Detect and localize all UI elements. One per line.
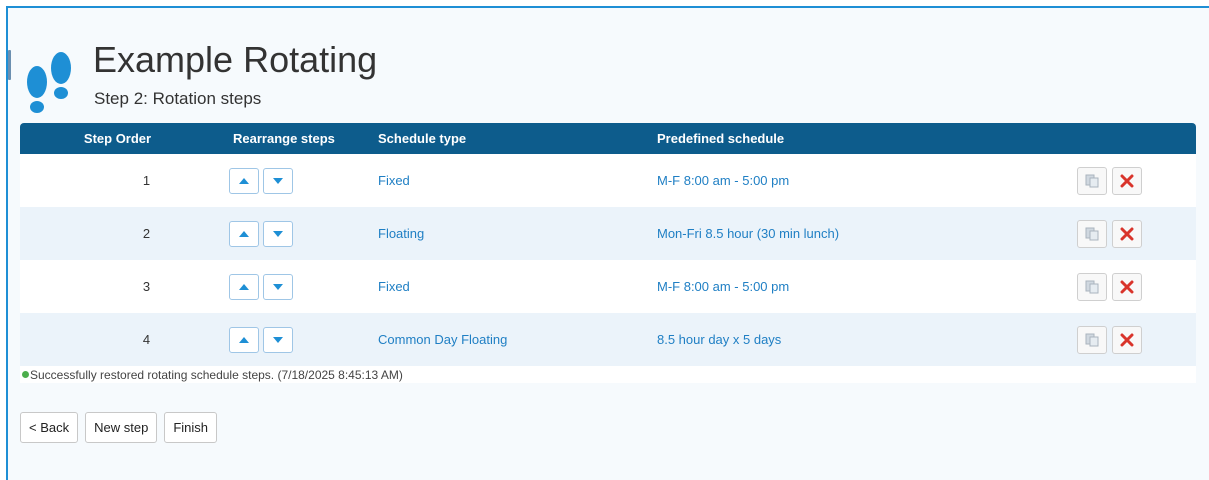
- step-order-cell: 2: [142, 226, 151, 241]
- arrow-down-icon: [273, 177, 283, 184]
- move-up-button[interactable]: [229, 220, 259, 247]
- predefined-schedule-link[interactable]: M-F 8:00 am - 5:00 pm: [657, 279, 1077, 294]
- arrow-up-icon: [239, 336, 249, 343]
- move-up-button[interactable]: [229, 167, 259, 194]
- row-actions: [1077, 166, 1196, 195]
- rearrange-cell: [215, 167, 378, 194]
- copy-icon: [1085, 333, 1099, 346]
- step-order-cell: 4: [142, 332, 151, 347]
- predefined-schedule-link[interactable]: M-F 8:00 am - 5:00 pm: [657, 173, 1077, 188]
- move-down-button[interactable]: [263, 273, 293, 300]
- status-message: Successfully restored rotating schedule …: [20, 366, 1196, 383]
- copy-button[interactable]: [1077, 166, 1107, 195]
- delete-icon: [1120, 227, 1134, 240]
- arrow-up-icon: [239, 283, 249, 290]
- delete-button[interactable]: [1112, 166, 1142, 195]
- page-subtitle: Step 2: Rotation steps: [94, 89, 262, 108]
- predefined-schedule-link[interactable]: 8.5 hour day x 5 days: [657, 332, 1077, 347]
- step-order-cell: 1: [142, 173, 151, 188]
- column-header-schedule-type: Schedule type: [378, 131, 467, 146]
- new-step-button[interactable]: New step: [85, 412, 158, 443]
- rotation-steps-grid: Step Order Rearrange steps Schedule type…: [20, 123, 1196, 383]
- move-down-button[interactable]: [263, 167, 293, 194]
- delete-icon: [1120, 280, 1134, 293]
- move-up-button[interactable]: [229, 273, 259, 300]
- delete-icon: [1120, 174, 1134, 187]
- table-row: 3 Fixed M-F 8:00 am - 5:00 pm: [20, 260, 1196, 313]
- column-header-rearrange: Rearrange steps: [233, 131, 335, 146]
- success-dot-icon: [22, 371, 29, 378]
- delete-button[interactable]: [1112, 325, 1142, 354]
- copy-button[interactable]: [1077, 272, 1107, 301]
- move-down-button[interactable]: [263, 326, 293, 353]
- row-actions: [1077, 272, 1196, 301]
- row-actions: [1077, 219, 1196, 248]
- table-row: 2 Floating Mon-Fri 8.5 hour (30 min lunc…: [20, 207, 1196, 260]
- rearrange-cell: [215, 220, 378, 247]
- copy-icon: [1085, 174, 1099, 187]
- rearrange-cell: [215, 273, 378, 300]
- delete-button[interactable]: [1112, 272, 1142, 301]
- schedule-type-link[interactable]: Floating: [378, 226, 657, 241]
- arrow-up-icon: [239, 177, 249, 184]
- finish-button[interactable]: Finish: [164, 412, 217, 443]
- move-down-button[interactable]: [263, 220, 293, 247]
- copy-button[interactable]: [1077, 219, 1107, 248]
- wizard-buttons: < Back New step Finish: [20, 412, 217, 443]
- delete-button[interactable]: [1112, 219, 1142, 248]
- schedule-type-link[interactable]: Fixed: [378, 173, 657, 188]
- arrow-down-icon: [273, 283, 283, 290]
- schedule-type-link[interactable]: Fixed: [378, 279, 657, 294]
- column-header-predefined-schedule: Predefined schedule: [657, 131, 785, 146]
- column-header-step-order: Step Order: [83, 131, 152, 146]
- footprints-icon: [27, 52, 71, 113]
- status-text: Successfully restored rotating schedule …: [30, 367, 403, 382]
- rearrange-cell: [215, 326, 378, 353]
- row-actions: [1077, 325, 1196, 354]
- copy-icon: [1085, 280, 1099, 293]
- delete-icon: [1120, 333, 1134, 346]
- table-row: 1 Fixed M-F 8:00 am - 5:00 pm: [20, 154, 1196, 207]
- grid-header: Step Order Rearrange steps Schedule type…: [20, 123, 1196, 154]
- edge-marker: [8, 50, 11, 80]
- copy-button[interactable]: [1077, 325, 1107, 354]
- table-row: 4 Common Day Floating 8.5 hour day x 5 d…: [20, 313, 1196, 366]
- arrow-down-icon: [273, 336, 283, 343]
- predefined-schedule-link[interactable]: Mon-Fri 8.5 hour (30 min lunch): [657, 226, 1077, 241]
- back-button[interactable]: < Back: [20, 412, 79, 443]
- page-title: Example Rotating: [93, 39, 378, 80]
- schedule-type-link[interactable]: Common Day Floating: [378, 332, 657, 347]
- move-up-button[interactable]: [229, 326, 259, 353]
- arrow-down-icon: [273, 230, 283, 237]
- arrow-up-icon: [239, 230, 249, 237]
- copy-icon: [1085, 227, 1099, 240]
- step-order-cell: 3: [142, 279, 151, 294]
